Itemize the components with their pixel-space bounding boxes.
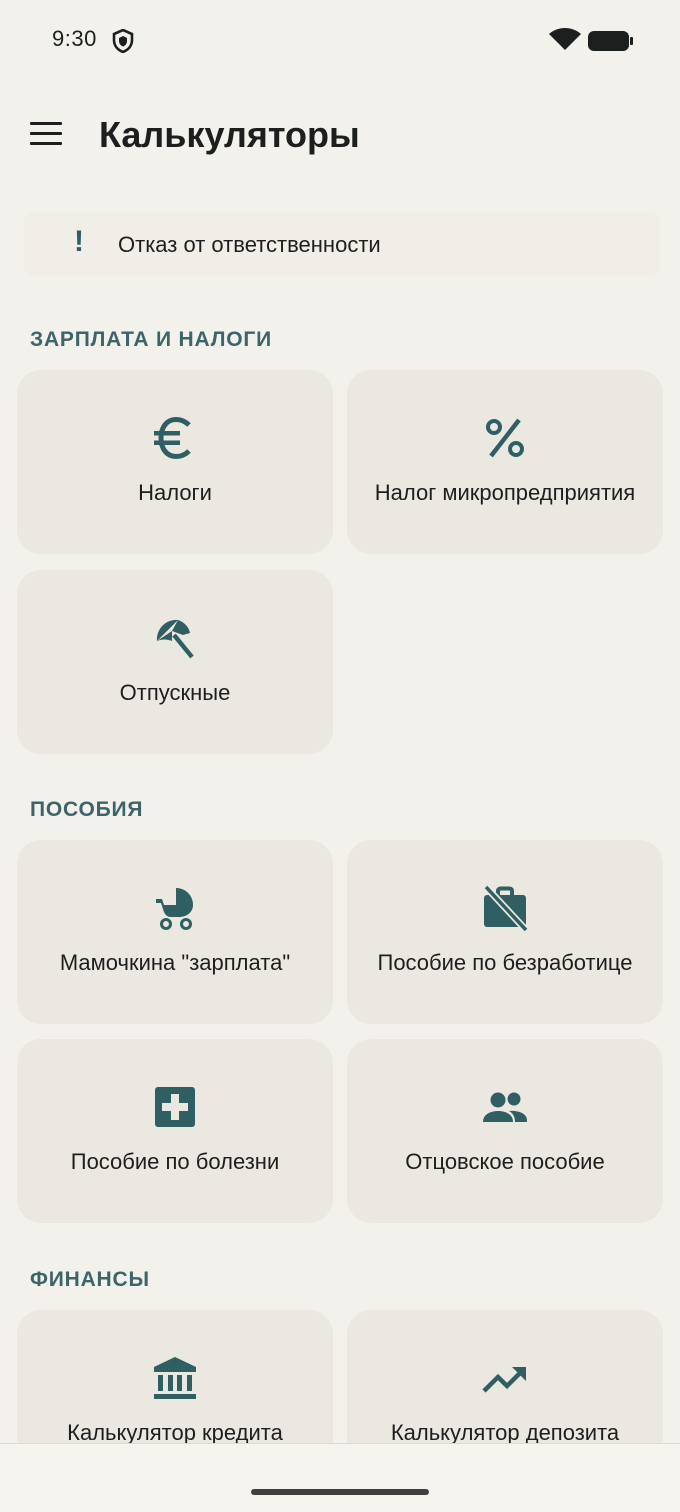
wifi-icon (549, 28, 581, 50)
system-nav-bar (0, 1443, 680, 1512)
disclaimer-label: Отказ от ответственности (118, 232, 381, 257)
status-time: 9:30 (52, 26, 97, 51)
tile-label: Налоги (138, 479, 212, 505)
trending-up-icon (482, 1366, 526, 1393)
disclaimer-button[interactable]: ! Отказ от ответственности (24, 212, 660, 276)
page-title: Калькуляторы (99, 114, 360, 155)
medical-cross-icon (155, 1086, 195, 1127)
tile-label: Отпускные (119, 679, 231, 705)
tile-paternity[interactable]: Отцовское пособие (347, 1039, 663, 1223)
tile-label: Мамочкина "зарплата" (59, 949, 291, 975)
section-title-salary: ЗАРПЛАТА И НАЛОГИ (30, 328, 272, 351)
stroller-icon (156, 887, 193, 930)
tile-vacation-pay[interactable]: Отпускные (17, 570, 333, 754)
app-bar: Калькуляторы (0, 90, 680, 182)
tile-label: Отцовское пособие (405, 1148, 605, 1174)
tile-unemployment[interactable]: Пособие по безработице (347, 840, 663, 1024)
work-off-icon (484, 885, 528, 931)
tile-label: Налог микропредприятия (374, 479, 636, 505)
tile-label: Пособие по болезни (70, 1148, 280, 1174)
section-title-finance: ФИНАНСЫ (30, 1268, 150, 1291)
battery-icon (588, 31, 633, 51)
tile-label: Пособие по безработице (377, 949, 633, 975)
tile-maternity[interactable]: Мамочкина "зарплата" (17, 840, 333, 1024)
bank-icon (154, 1356, 196, 1399)
beach-umbrella-icon (156, 619, 194, 658)
exclamation-icon: ! (74, 225, 84, 258)
euro-icon (154, 416, 191, 459)
tile-taxes[interactable]: Налоги (17, 370, 333, 554)
tile-micro-tax[interactable]: Налог микропредприятия (347, 370, 663, 554)
section-title-benefits: ПОСОБИЯ (30, 798, 144, 821)
status-bar: 9:30 (0, 0, 680, 80)
people-icon (483, 1092, 527, 1122)
tile-sick-leave[interactable]: Пособие по болезни (17, 1039, 333, 1223)
shield-icon (112, 29, 134, 53)
menu-icon[interactable] (30, 122, 62, 146)
home-gesture-handle[interactable] (251, 1489, 429, 1495)
percent-icon (486, 418, 524, 457)
